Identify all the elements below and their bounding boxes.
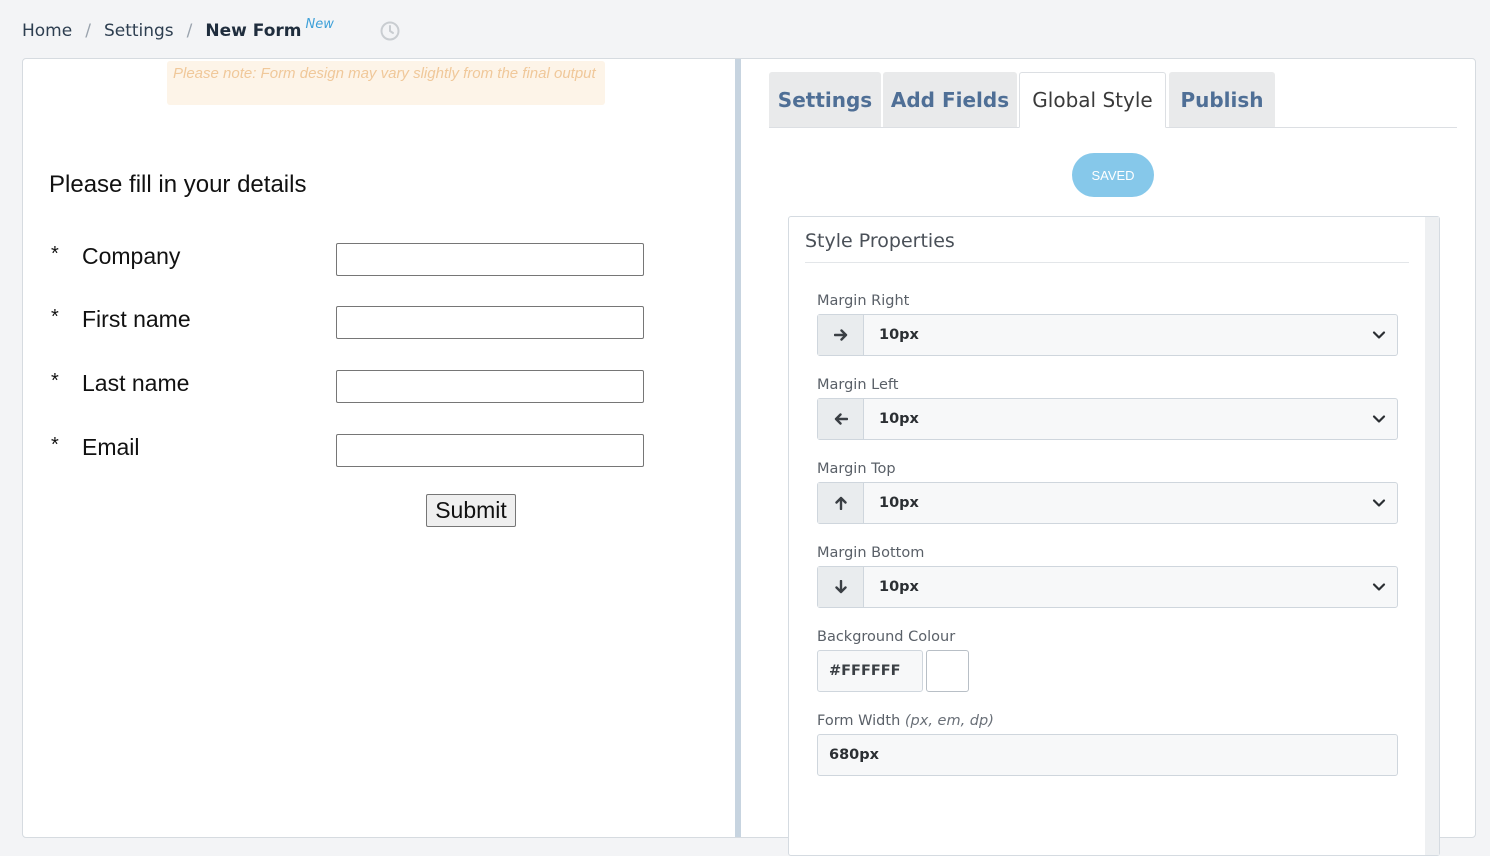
field-label-last-name: Last name — [82, 370, 190, 396]
history-icon[interactable] — [380, 21, 400, 41]
chevron-down-icon[interactable] — [1361, 567, 1397, 607]
saved-button[interactable]: SAVED — [1072, 153, 1154, 197]
chevron-down-icon[interactable] — [1361, 399, 1397, 439]
breadcrumb-current: New Form — [205, 21, 302, 41]
margin-bottom-value[interactable]: 10px — [864, 567, 1361, 607]
background-colour-swatch[interactable] — [926, 650, 969, 692]
form-editor: Please note: Form design may vary slight… — [22, 58, 1477, 856]
breadcrumb-separator: / — [85, 21, 91, 41]
margin-left-value[interactable]: 10px — [864, 399, 1361, 439]
margin-right-value[interactable]: 10px — [864, 315, 1361, 355]
margin-top-label: Margin Top — [817, 461, 896, 477]
submit-button[interactable]: Submit — [426, 494, 516, 527]
required-marker: * — [51, 243, 59, 265]
background-colour-input[interactable]: #FFFFFF — [817, 650, 923, 692]
breadcrumb-home-link[interactable]: Home — [22, 21, 72, 41]
background-colour-label: Background Colour — [817, 629, 956, 645]
field-row-first-name: * First name — [51, 306, 651, 340]
first-name-input[interactable] — [336, 306, 644, 339]
margin-top-select[interactable]: 10px — [817, 482, 1398, 524]
form-width-label: Form Width (px, em, dp) — [817, 713, 994, 729]
tab-add-fields[interactable]: Add Fields — [883, 72, 1017, 127]
field-row-company: * Company — [51, 243, 651, 277]
arrow-up-icon — [818, 483, 864, 523]
tab-publish[interactable]: Publish — [1169, 72, 1275, 127]
margin-left-label: Margin Left — [817, 377, 899, 393]
chevron-down-icon[interactable] — [1361, 483, 1397, 523]
settings-pane: Settings Add Fields Global Style Publish… — [741, 59, 1477, 856]
breadcrumb-separator: / — [186, 21, 193, 41]
field-label-first-name: First name — [82, 306, 191, 332]
last-name-input[interactable] — [336, 370, 644, 403]
preview-note: Please note: Form design may vary slight… — [167, 61, 605, 105]
new-badge: New — [305, 16, 334, 32]
margin-left-select[interactable]: 10px — [817, 398, 1398, 440]
tab-global-style[interactable]: Global Style — [1019, 72, 1166, 128]
field-label-email: Email — [82, 434, 140, 460]
margin-right-select[interactable]: 10px — [817, 314, 1398, 356]
arrow-right-icon — [818, 315, 864, 355]
field-row-email: * Email — [51, 434, 651, 468]
margin-bottom-label: Margin Bottom — [817, 545, 925, 561]
form-width-hint: (px, em, dp) — [904, 713, 994, 729]
margin-bottom-select[interactable]: 10px — [817, 566, 1398, 608]
required-marker: * — [51, 434, 59, 456]
company-input[interactable] — [336, 243, 644, 276]
margin-right-label: Margin Right — [817, 293, 910, 309]
form-preview: Please note: Form design may vary slight… — [23, 59, 735, 837]
tab-bar: Settings Add Fields Global Style Publish — [769, 72, 1457, 128]
style-properties-card: Style Properties Margin Right 10px Margi… — [788, 216, 1440, 856]
breadcrumb: Home / Settings / New Form New — [22, 16, 400, 44]
field-row-last-name: * Last name — [51, 370, 651, 404]
card-title: Style Properties — [805, 230, 1409, 263]
card-scroll-edge — [1425, 217, 1439, 855]
form-title: Please fill in your details — [49, 171, 307, 198]
form-width-label-text: Form Width — [817, 713, 901, 729]
margin-top-value[interactable]: 10px — [864, 483, 1361, 523]
breadcrumb-settings-link[interactable]: Settings — [104, 21, 174, 41]
field-label-company: Company — [82, 243, 181, 269]
email-input[interactable] — [336, 434, 644, 467]
chevron-down-icon[interactable] — [1361, 315, 1397, 355]
form-width-input[interactable]: 680px — [817, 734, 1398, 776]
arrow-down-icon — [818, 567, 864, 607]
tab-settings[interactable]: Settings — [769, 72, 881, 127]
arrow-left-icon — [818, 399, 864, 439]
required-marker: * — [51, 306, 59, 328]
required-marker: * — [51, 370, 59, 392]
